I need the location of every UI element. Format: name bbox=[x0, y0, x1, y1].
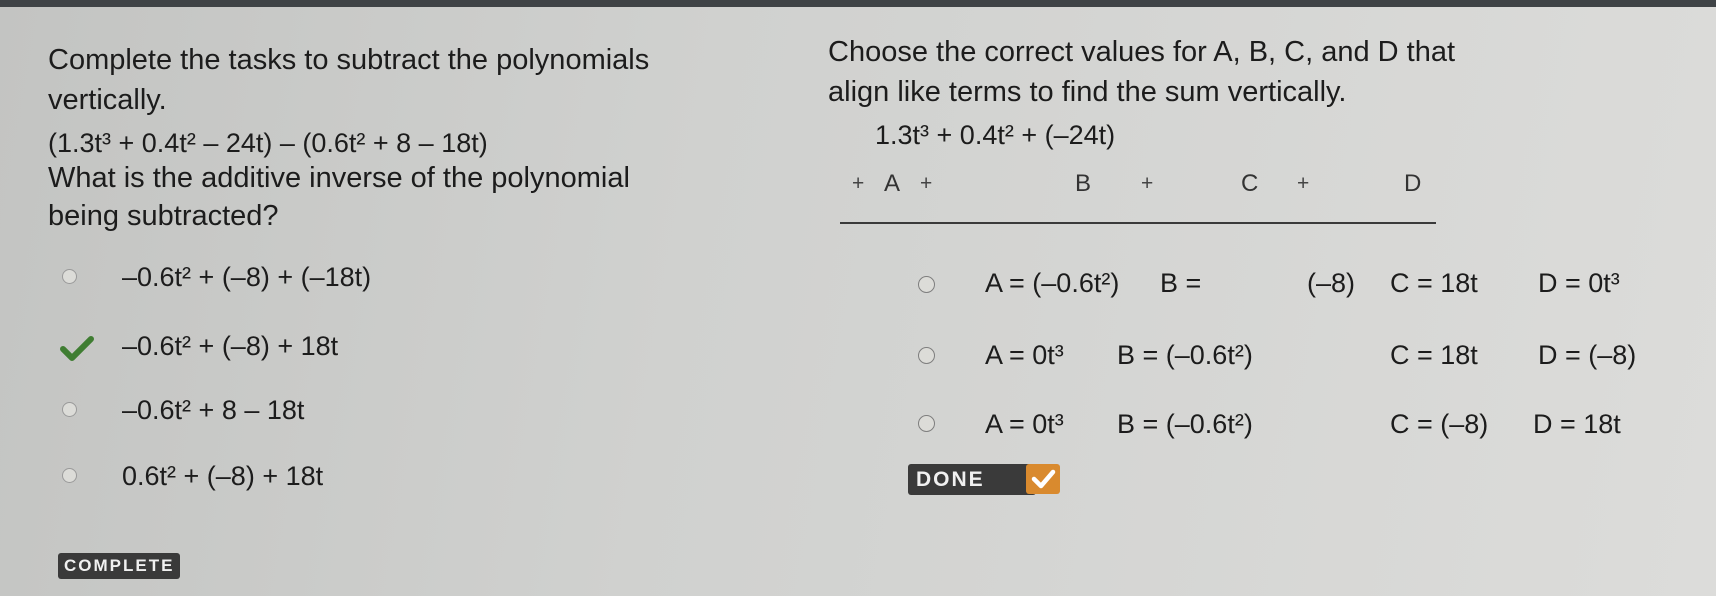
value-b: B = (–0.6t²) bbox=[1117, 409, 1253, 439]
option-text: –0.6t² + (–8) + (–18t) bbox=[122, 262, 372, 292]
value-d: D = 0t³ bbox=[1538, 268, 1620, 298]
done-label: DONE bbox=[908, 464, 1036, 495]
value-a: A = 0t³ bbox=[985, 340, 1064, 370]
sum-line bbox=[840, 222, 1436, 224]
plus-sign: + bbox=[920, 172, 933, 195]
value-a: A = 0t³ bbox=[985, 409, 1064, 439]
subtraction-expression: (1.3t³ + 0.4t² – 24t) – (0.6t² + 8 – 18t… bbox=[48, 128, 488, 158]
radio-button[interactable] bbox=[62, 269, 77, 284]
left-instruction-line2: vertically. bbox=[48, 84, 167, 116]
right-instruction-line2: align like terms to find the sum vertica… bbox=[828, 76, 1347, 108]
radio-button[interactable] bbox=[62, 402, 77, 417]
value-c: C = 18t bbox=[1390, 340, 1478, 370]
option-text: –0.6t² + (–8) + 18t bbox=[122, 331, 339, 361]
complete-badge: COMPLETE bbox=[58, 553, 181, 579]
top-bar bbox=[0, 0, 1716, 7]
blank-a: A bbox=[884, 170, 901, 197]
checkmark-icon bbox=[60, 336, 94, 361]
value-b: B = (–0.6t²) bbox=[1117, 340, 1253, 370]
left-instruction-line1: Complete the tasks to subtract the polyn… bbox=[48, 44, 650, 76]
blank-d: D bbox=[1404, 170, 1422, 197]
plus-sign: + bbox=[1297, 172, 1310, 195]
value-b-number: (–8) bbox=[1307, 268, 1356, 298]
radio-button[interactable] bbox=[918, 347, 935, 364]
radio-button[interactable] bbox=[918, 415, 935, 432]
blank-c: C bbox=[1241, 170, 1259, 197]
radio-button[interactable] bbox=[62, 468, 77, 483]
value-b: B = bbox=[1160, 268, 1202, 298]
vertical-sum-top: 1.3t³ + 0.4t² + (–24t) bbox=[875, 120, 1116, 150]
option-text: –0.6t² + 8 – 18t bbox=[122, 395, 305, 425]
blank-b: B bbox=[1075, 170, 1092, 197]
done-check-box bbox=[1026, 464, 1060, 494]
value-a: A = (–0.6t²) bbox=[985, 268, 1120, 298]
radio-button[interactable] bbox=[918, 276, 935, 293]
checkmark-icon bbox=[1031, 469, 1056, 489]
value-d: D = 18t bbox=[1533, 409, 1621, 439]
option-text: 0.6t² + (–8) + 18t bbox=[122, 461, 324, 491]
plus-sign: + bbox=[1141, 172, 1154, 195]
question-line1: What is the additive inverse of the poly… bbox=[48, 162, 630, 194]
question-line2: being subtracted? bbox=[48, 200, 279, 232]
value-c: C = 18t bbox=[1390, 268, 1478, 298]
value-c: C = (–8) bbox=[1390, 409, 1489, 439]
value-d: D = (–8) bbox=[1538, 340, 1637, 370]
plus-sign: + bbox=[852, 172, 865, 195]
right-instruction-line1: Choose the correct values for A, B, C, a… bbox=[828, 36, 1456, 68]
